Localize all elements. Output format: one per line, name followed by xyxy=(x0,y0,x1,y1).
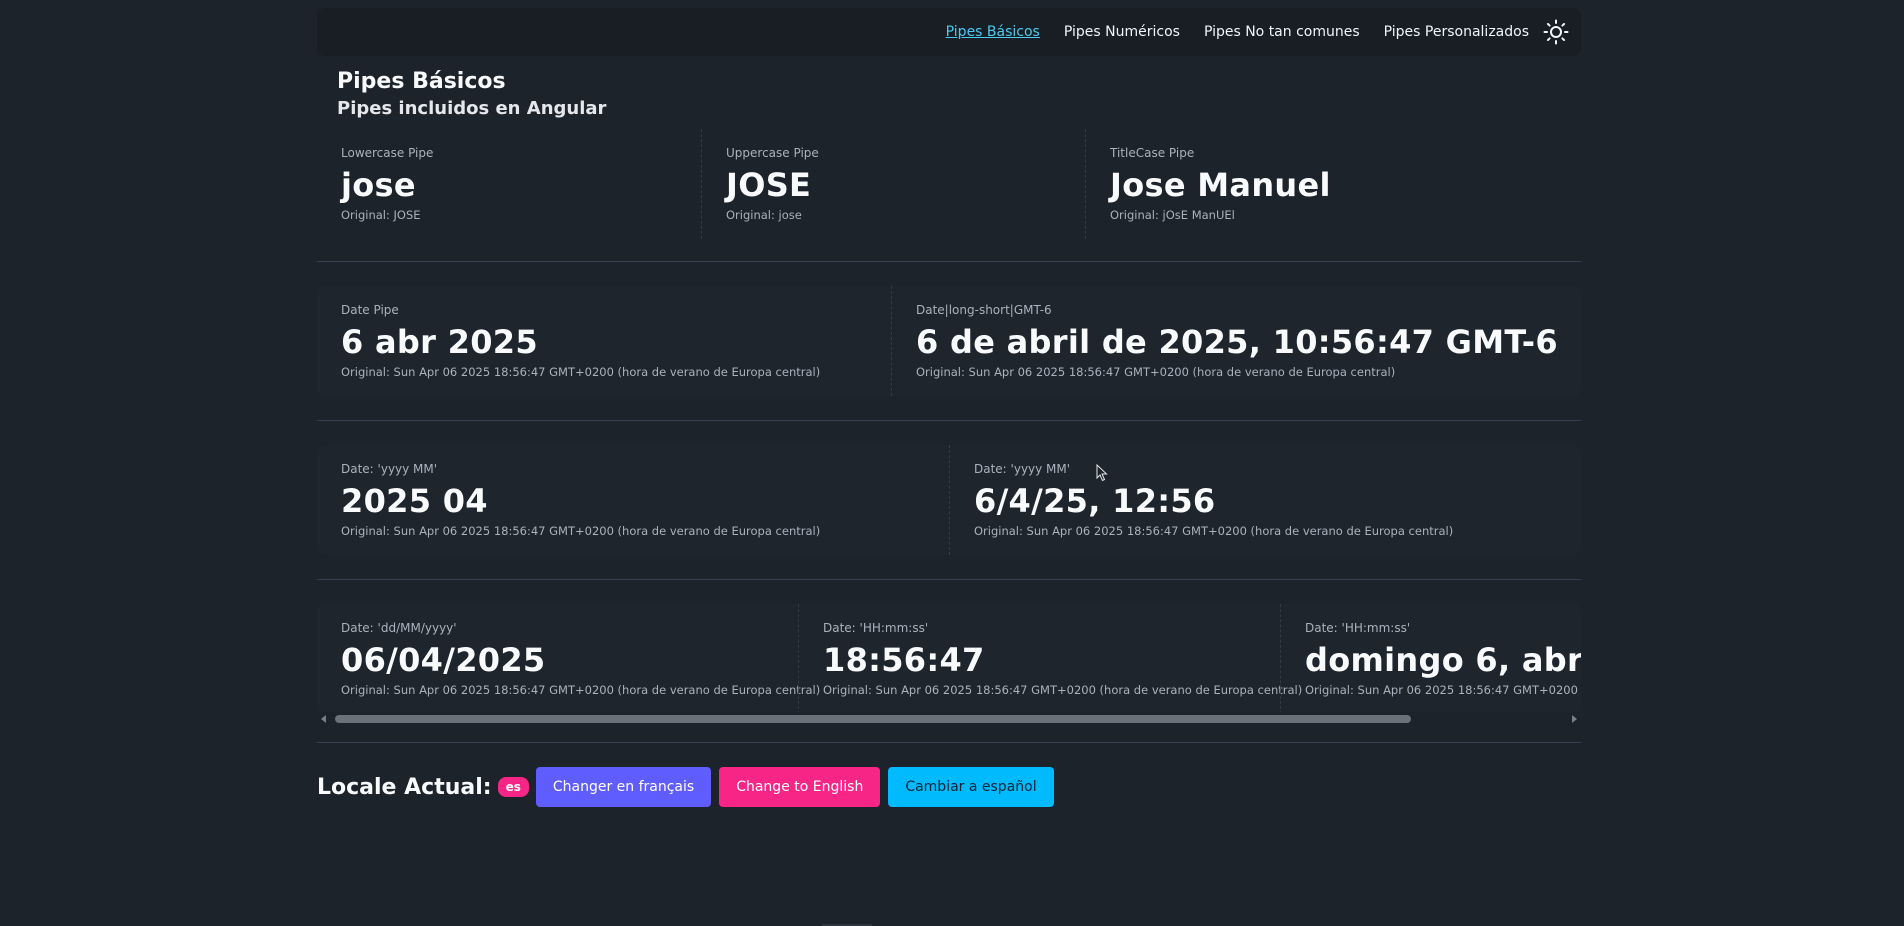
date-stats-2: Date: 'yyyy MM' 2025 04 Original: Sun Ap… xyxy=(317,445,1581,555)
date-stats-1: Date Pipe 6 abr 2025 Original: Sun Apr 0… xyxy=(317,286,1581,396)
date-section-2: Date: 'yyyy MM' 2025 04 Original: Sun Ap… xyxy=(317,421,1581,579)
page-container: Pipes Básicos Pipes Numéricos Pipes No t… xyxy=(317,8,1581,807)
stat-value: 6 abr 2025 xyxy=(341,323,538,361)
nav-link-pipes-numericos[interactable]: Pipes Numéricos xyxy=(1064,24,1180,40)
date-short-stat: Date: 'yyyy MM' 6/4/25, 12:56 Original: … xyxy=(949,445,1581,555)
case-pipes-stats: Lowercase Pipe jose Original: JOSE Upper… xyxy=(317,129,1581,239)
uppercase-pipe-stat: Uppercase Pipe JOSE Original: jose xyxy=(701,129,1085,239)
lowercase-pipe-stat: Lowercase Pipe jose Original: JOSE xyxy=(317,129,701,239)
scrollbar-thumb[interactable] xyxy=(335,715,1411,723)
stat-desc: Original: Sun Apr 06 2025 18:56:47 GMT+0… xyxy=(341,365,821,379)
stat-desc: Original: Sun Apr 06 2025 18:56:47 GMT+0… xyxy=(341,683,821,697)
locale-row: Locale Actual: es Changer en français Ch… xyxy=(317,767,1581,807)
stat-desc: Original: Sun Apr 06 2025 18:56:47 GMT+0… xyxy=(823,683,1303,697)
stat-title: Uppercase Pipe xyxy=(726,146,819,160)
date-section-1: Date Pipe 6 abr 2025 Original: Sun Apr 0… xyxy=(317,262,1581,420)
horizontal-scrollbar[interactable] xyxy=(317,712,1581,726)
stat-desc: Original: Sun Apr 06 2025 18:56:47 GMT+0… xyxy=(974,524,1454,538)
sun-icon[interactable] xyxy=(1543,19,1569,45)
stat-title: TitleCase Pipe xyxy=(1110,146,1195,160)
change-english-button[interactable]: Change to English xyxy=(719,767,881,807)
stat-value: 2025 04 xyxy=(341,482,488,520)
stat-value: domingo 6, abril xyxy=(1305,641,1581,679)
stat-title: Date|long-short|GMT-6 xyxy=(916,303,1052,317)
stat-value: JOSE xyxy=(726,166,812,204)
date-stats-3: Date: 'dd/MM/yyyy' 06/04/2025 Original: … xyxy=(317,604,1581,714)
stat-desc: Original: Sun Apr 06 2025 18:56:47 GMT+0… xyxy=(916,365,1396,379)
scroll-right-arrow-icon[interactable] xyxy=(1572,715,1577,723)
locale-label: Locale Actual: xyxy=(317,774,492,800)
scroll-left-arrow-icon[interactable] xyxy=(321,715,326,723)
stat-value: 6/4/25, 12:56 xyxy=(974,482,1216,520)
stat-value: 18:56:47 xyxy=(823,641,985,679)
nav-link-pipes-personalizados[interactable]: Pipes Personalizados xyxy=(1384,24,1529,40)
stat-title: Date: 'yyyy MM' xyxy=(974,462,1071,476)
stat-title: Lowercase Pipe xyxy=(341,146,434,160)
navbar: Pipes Básicos Pipes Numéricos Pipes No t… xyxy=(317,8,1581,56)
stat-value: 6 de abril de 2025, 10:56:47 GMT-6 xyxy=(916,323,1558,361)
date-section-3: Date: 'dd/MM/yyyy' 06/04/2025 Original: … xyxy=(317,580,1581,742)
nav-link-pipes-no-tan-comunes[interactable]: Pipes No tan comunes xyxy=(1204,24,1360,40)
date-long-short-stat: Date|long-short|GMT-6 6 de abril de 2025… xyxy=(891,286,1581,396)
page-title: Pipes Básicos xyxy=(337,69,506,94)
stat-title: Date: 'HH:mm:ss' xyxy=(1305,621,1411,635)
divider xyxy=(317,742,1581,743)
stat-desc: Original: JOSE xyxy=(341,208,421,222)
stat-value: Jose Manuel xyxy=(1110,166,1331,204)
date-full-stat: Date: 'HH:mm:ss' domingo 6, abril Origin… xyxy=(1280,604,1581,714)
mouse-cursor-icon xyxy=(1096,463,1108,482)
stat-title: Date Pipe xyxy=(341,303,399,317)
date-dd-mm-yyyy-stat: Date: 'dd/MM/yyyy' 06/04/2025 Original: … xyxy=(317,604,821,714)
stat-value: 06/04/2025 xyxy=(341,641,546,679)
date-hh-mm-ss-stat: Date: 'HH:mm:ss' 18:56:47 Original: Sun … xyxy=(798,604,1303,714)
stat-title: Date: 'yyyy MM' xyxy=(341,462,438,476)
stat-title: Date: 'dd/MM/yyyy' xyxy=(341,621,457,635)
change-spanish-button[interactable]: Cambiar a español xyxy=(888,767,1054,807)
locale-badge: es xyxy=(497,777,529,797)
date-yyyy-mm-stat: Date: 'yyyy MM' 2025 04 Original: Sun Ap… xyxy=(317,445,949,555)
stat-desc: Original: jOsE ManUEl xyxy=(1110,208,1235,222)
stat-value: jose xyxy=(341,166,416,204)
stat-desc: Original: Sun Apr 06 2025 18:56:47 GMT+0… xyxy=(1305,683,1581,697)
change-french-button[interactable]: Changer en français xyxy=(535,767,712,807)
titlecase-pipe-stat: TitleCase Pipe Jose Manuel Original: jOs… xyxy=(1085,129,1581,239)
stat-title: Date: 'HH:mm:ss' xyxy=(823,621,929,635)
date-pipe-stat: Date Pipe 6 abr 2025 Original: Sun Apr 0… xyxy=(317,286,891,396)
stat-desc: Original: jose xyxy=(726,208,802,222)
stat-desc: Original: Sun Apr 06 2025 18:56:47 GMT+0… xyxy=(341,524,821,538)
nav-link-pipes-basicos[interactable]: Pipes Básicos xyxy=(946,24,1040,40)
page-subtitle: Pipes incluidos en Angular xyxy=(337,98,607,119)
